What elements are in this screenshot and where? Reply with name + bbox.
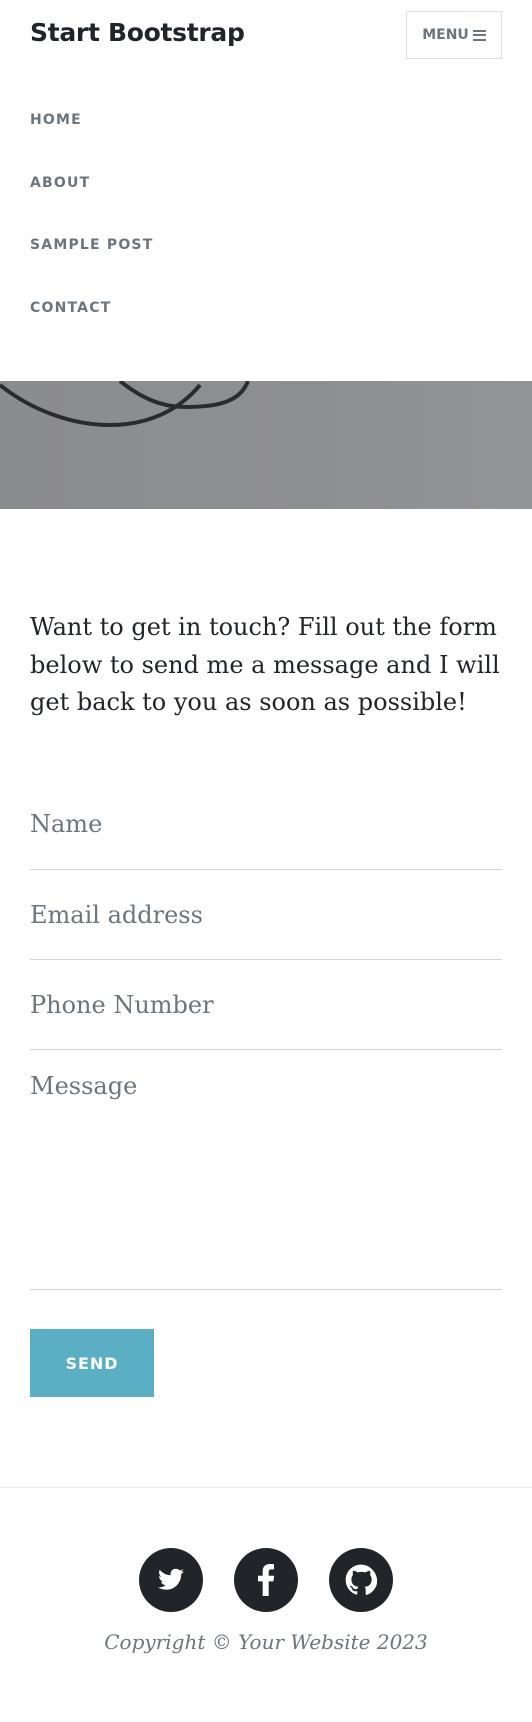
github-link[interactable] — [329, 1548, 393, 1612]
phone-field-wrapper — [30, 960, 502, 1050]
hero-image — [0, 381, 532, 509]
send-button[interactable]: SEND — [30, 1329, 154, 1397]
cable-illustration — [0, 381, 250, 428]
twitter-icon — [158, 1568, 184, 1590]
message-textarea[interactable] — [30, 1050, 502, 1289]
menu-toggle-button[interactable]: MENU — [406, 11, 502, 59]
facebook-icon — [258, 1564, 275, 1596]
footer-divider — [0, 1487, 532, 1488]
nav-item-home[interactable]: HOME — [30, 112, 82, 128]
message-field-wrapper — [30, 1050, 502, 1290]
nav-item-sample-post[interactable]: SAMPLE POST — [30, 237, 153, 253]
phone-input[interactable] — [30, 960, 502, 1049]
github-icon — [345, 1564, 377, 1595]
menu-label: MENU — [422, 27, 469, 43]
hamburger-icon — [472, 29, 486, 41]
facebook-link[interactable] — [234, 1548, 298, 1612]
twitter-link[interactable] — [139, 1548, 203, 1612]
nav-item-about[interactable]: ABOUT — [30, 175, 90, 191]
name-input[interactable] — [30, 779, 502, 869]
email-field-wrapper — [30, 870, 502, 960]
navbar: Start Bootstrap MENU HOME ABOUT SAMPLE P… — [0, 0, 532, 381]
copyright-text: Copyright © Your Website 2023 — [104, 1630, 428, 1654]
name-field-wrapper — [30, 779, 502, 870]
email-input[interactable] — [30, 870, 502, 959]
brand-link[interactable]: Start Bootstrap — [30, 18, 245, 47]
nav-item-contact[interactable]: CONTACT — [30, 300, 111, 316]
contact-intro-text: Want to get in touch? Fill out the form … — [30, 613, 500, 716]
